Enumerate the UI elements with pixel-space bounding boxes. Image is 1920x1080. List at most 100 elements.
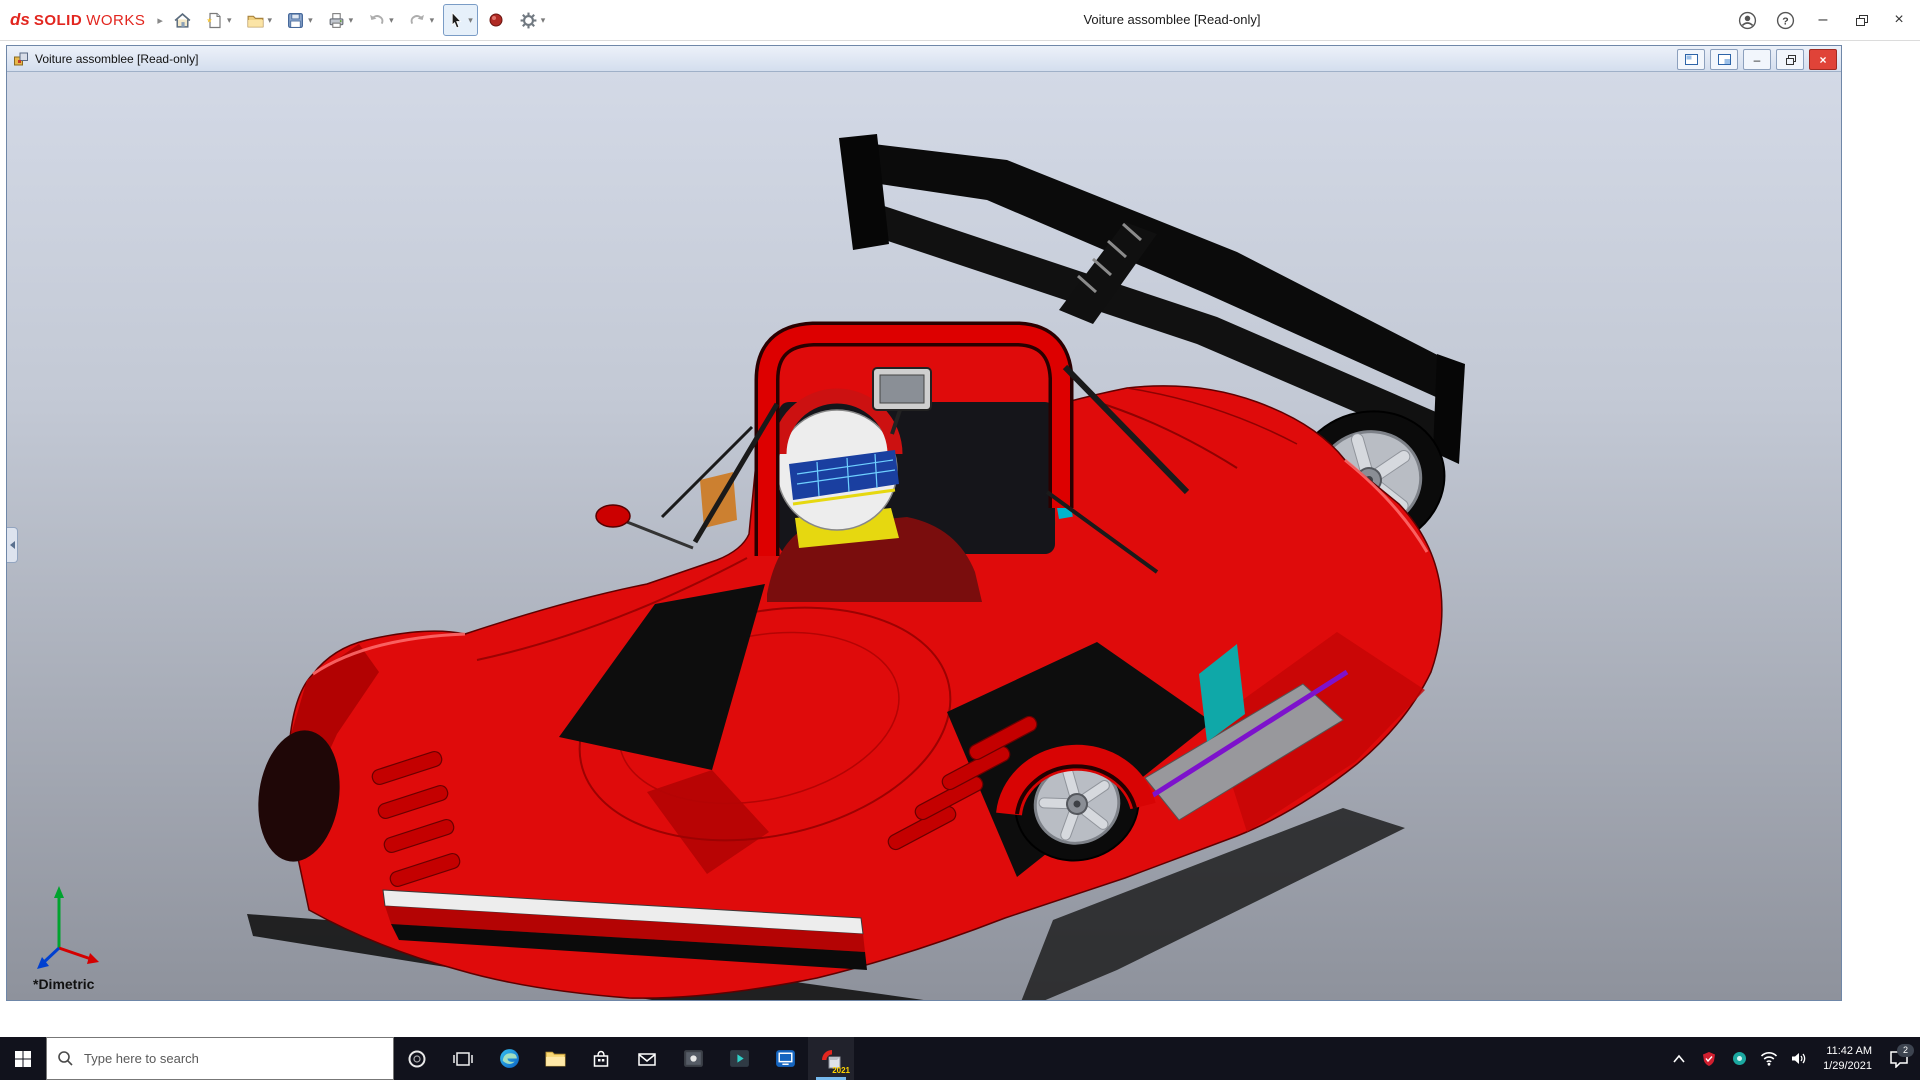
media-app-icon[interactable] xyxy=(716,1037,762,1080)
solidworks-app-icon[interactable]: 2021 xyxy=(808,1037,854,1080)
shield-icon xyxy=(1701,1051,1717,1067)
antivirus-tray-icon[interactable] xyxy=(1699,1049,1719,1069)
wifi-icon xyxy=(1760,1051,1778,1066)
redo-caret-icon[interactable]: ▾ xyxy=(430,15,435,26)
print-icon xyxy=(327,11,346,30)
new-document-icon xyxy=(206,11,224,30)
mail-icon xyxy=(636,1048,658,1070)
open-caret-icon[interactable]: ▾ xyxy=(268,15,273,26)
account-button[interactable] xyxy=(1728,0,1766,40)
mail-app-icon[interactable] xyxy=(624,1037,670,1080)
car-model-canvas[interactable] xyxy=(7,72,1841,1000)
home-icon xyxy=(173,11,192,30)
panel-collapse-handle[interactable] xyxy=(7,527,18,563)
document-restore-icon xyxy=(1786,55,1795,64)
split-view-icon xyxy=(1685,54,1698,65)
screenshot-tool-app-icon[interactable] xyxy=(670,1037,716,1080)
save-button[interactable]: ▾ xyxy=(281,4,318,36)
options-button[interactable]: ▾ xyxy=(514,4,551,36)
logo-flyout-arrow-icon[interactable]: ▸ xyxy=(157,14,163,27)
solidworks-year-badge: 2021 xyxy=(832,1066,850,1075)
options-caret-icon[interactable]: ▾ xyxy=(541,15,546,26)
graphics-app-icon[interactable] xyxy=(762,1037,808,1080)
graphics-viewport[interactable]: *Dimetric xyxy=(7,72,1841,1000)
document-window: Voiture assomblee [Read-only] – × xyxy=(6,45,1842,1001)
store-app-icon[interactable] xyxy=(578,1037,624,1080)
document-title: Voiture assomblee [Read-only] xyxy=(35,52,198,66)
save-icon xyxy=(286,11,305,30)
undo-icon xyxy=(367,11,386,30)
driver-helmet xyxy=(777,396,899,530)
select-tool-button[interactable]: ▾ xyxy=(443,4,478,36)
tray-expand-button[interactable] xyxy=(1669,1049,1689,1069)
chevron-up-icon xyxy=(1672,1054,1686,1064)
taskbar-search[interactable] xyxy=(46,1037,394,1080)
solidworks-logo: ds SOLIDWORKS ▸ xyxy=(10,0,163,40)
print-button[interactable]: ▾ xyxy=(322,4,359,36)
gear-icon xyxy=(519,11,538,30)
tile-view-icon xyxy=(1718,54,1731,65)
orientation-triad xyxy=(37,886,99,969)
viewport-split-button[interactable] xyxy=(1677,49,1705,70)
document-window-controls: – × xyxy=(1677,49,1837,70)
home-button[interactable] xyxy=(168,4,197,36)
undo-button[interactable]: ▾ xyxy=(362,4,399,36)
network-tray-icon[interactable] xyxy=(1759,1049,1779,1069)
help-icon: ? xyxy=(1776,11,1795,30)
select-caret-icon[interactable]: ▾ xyxy=(468,15,473,26)
redo-button[interactable]: ▾ xyxy=(403,4,440,36)
task-view-button[interactable] xyxy=(440,1037,486,1080)
document-close-button[interactable]: × xyxy=(1809,49,1837,70)
side-mirror-left xyxy=(596,505,693,548)
task-view-icon xyxy=(453,1049,473,1069)
new-document-caret-icon[interactable]: ▾ xyxy=(227,15,232,26)
clock-date: 1/29/2021 xyxy=(1823,1059,1872,1074)
document-minimize-button[interactable]: – xyxy=(1743,49,1771,70)
app-window-controls: ? – × xyxy=(1728,0,1918,40)
restore-button[interactable] xyxy=(1842,0,1880,40)
brand-solid: SOLID xyxy=(34,12,82,29)
app-titlebar: ds SOLIDWORKS ▸ ▾ ▾ ▾ ▾ ▾ ▾ xyxy=(0,0,1920,41)
cortana-button[interactable] xyxy=(394,1037,440,1080)
help-button[interactable]: ? xyxy=(1766,0,1804,40)
document-restore-button[interactable] xyxy=(1776,49,1804,70)
status-tray-icon[interactable] xyxy=(1729,1049,1749,1069)
taskbar-clock[interactable]: 11:42 AM 1/29/2021 xyxy=(1819,1044,1876,1074)
select-cursor-icon xyxy=(448,11,465,30)
graphics-icon xyxy=(774,1047,797,1070)
start-button[interactable] xyxy=(0,1037,46,1080)
minimize-button[interactable]: – xyxy=(1804,0,1842,40)
store-icon xyxy=(590,1048,612,1070)
redo-icon xyxy=(408,11,427,30)
sphere-button[interactable] xyxy=(482,4,510,36)
system-tray: 11:42 AM 1/29/2021 2 xyxy=(1669,1037,1920,1080)
notification-badge: 2 xyxy=(1897,1044,1914,1057)
viewport-tile-button[interactable] xyxy=(1710,49,1738,70)
print-caret-icon[interactable]: ▾ xyxy=(349,15,354,26)
edge-icon xyxy=(498,1047,521,1070)
restore-icon xyxy=(1856,15,1866,25)
search-icon xyxy=(57,1050,74,1067)
view-orientation-label: *Dimetric xyxy=(33,976,94,992)
assembly-document-icon xyxy=(13,51,29,67)
document-titlebar[interactable]: Voiture assomblee [Read-only] xyxy=(7,46,1841,72)
cortana-icon xyxy=(407,1049,427,1069)
clock-time: 11:42 AM xyxy=(1823,1044,1872,1059)
file-explorer-app-icon[interactable] xyxy=(532,1037,578,1080)
open-icon xyxy=(246,11,265,30)
save-caret-icon[interactable]: ▾ xyxy=(308,15,313,26)
open-button[interactable]: ▾ xyxy=(241,4,278,36)
account-icon xyxy=(1738,11,1757,30)
windows-taskbar: 2021 11:42 AM 1/29/2021 2 xyxy=(0,1037,1920,1080)
close-button[interactable]: × xyxy=(1880,0,1918,40)
action-center-button[interactable]: 2 xyxy=(1886,1046,1912,1072)
file-explorer-icon xyxy=(544,1047,567,1070)
volume-tray-icon[interactable] xyxy=(1789,1049,1809,1069)
windows-logo-icon xyxy=(14,1050,32,1068)
new-document-button[interactable]: ▾ xyxy=(201,4,237,36)
edge-app-icon[interactable] xyxy=(486,1037,532,1080)
search-input[interactable] xyxy=(82,1050,356,1067)
speaker-icon xyxy=(1791,1051,1808,1066)
undo-caret-icon[interactable]: ▾ xyxy=(389,15,394,26)
app-window-title: Voiture assomblee [Read-only] xyxy=(1083,0,1260,40)
